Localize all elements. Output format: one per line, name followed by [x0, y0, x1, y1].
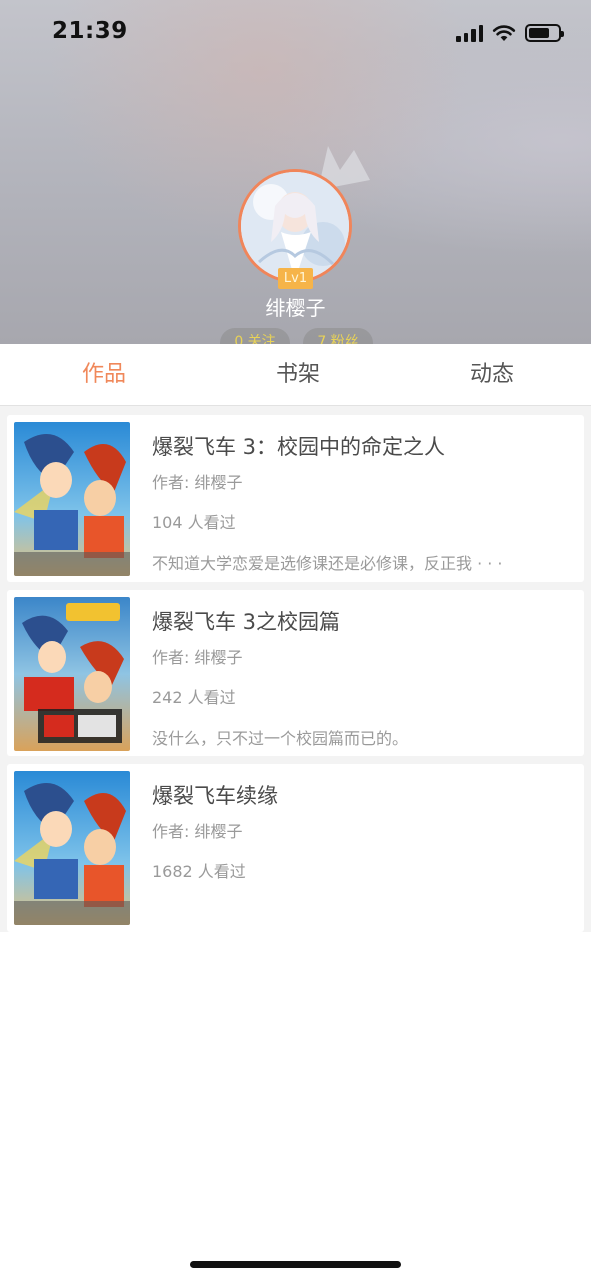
work-summary: 没什么，只不过一个校园篇而已的。	[152, 729, 409, 748]
cover-image	[14, 771, 130, 925]
level-badge: Lv1	[278, 268, 313, 289]
work-summary: 不知道大学恋爱是选修课还是必修课，反正我 · · ·	[152, 554, 503, 573]
work-author: 作者: 绯樱子	[152, 648, 243, 667]
list-item[interactable]: 爆裂飞车续缘 作者: 绯樱子 1682 人看过	[7, 764, 584, 932]
username: 绯樱子	[265, 296, 326, 320]
work-author: 作者: 绯樱子	[152, 822, 243, 841]
tab-bookshelf[interactable]: 书架	[238, 344, 358, 406]
work-views: 104 人看过	[152, 513, 236, 532]
profile-header: 21:39 Lv1 绯樱子 0 关注 7 粉丝	[0, 0, 591, 344]
works-list: 爆裂飞车 3：校园中的命定之人 作者: 绯樱子 104 人看过 不知道大学恋爱是…	[0, 406, 591, 932]
work-views: 242 人看过	[152, 688, 236, 707]
status-icons	[456, 22, 564, 44]
follow-count-button[interactable]: 0 关注	[220, 328, 290, 344]
work-views: 1682 人看过	[152, 862, 246, 881]
work-author: 作者: 绯樱子	[152, 473, 243, 492]
wifi-icon	[492, 25, 516, 41]
status-time: 21:39	[52, 18, 128, 44]
tab-works[interactable]: 作品	[44, 344, 164, 406]
status-bar: 21:39	[0, 0, 591, 64]
home-indicator[interactable]	[190, 1261, 401, 1268]
tab-activity[interactable]: 动态	[432, 344, 552, 406]
avatar-image	[241, 172, 349, 280]
fans-count-button[interactable]: 7 粉丝	[303, 328, 373, 344]
avatar[interactable]	[238, 169, 352, 283]
cover-image	[14, 422, 130, 576]
battery-icon	[525, 24, 564, 42]
work-title: 爆裂飞车续缘	[152, 784, 278, 808]
profile-screen: 21:39 Lv1 绯樱子 0 关注 7 粉丝 作品 书架 动态 爆裂飞车 3：…	[0, 0, 591, 1280]
cellular-signal-icon	[456, 24, 483, 42]
work-title: 爆裂飞车 3之校园篇	[152, 610, 341, 634]
list-item[interactable]: 爆裂飞车 3之校园篇 作者: 绯樱子 242 人看过 没什么，只不过一个校园篇而…	[7, 590, 584, 756]
list-item[interactable]: 爆裂飞车 3：校园中的命定之人 作者: 绯樱子 104 人看过 不知道大学恋爱是…	[7, 415, 584, 582]
work-title: 爆裂飞车 3：校园中的命定之人	[152, 435, 446, 459]
cover-image	[14, 597, 130, 751]
tab-bar: 作品 书架 动态	[0, 344, 591, 406]
